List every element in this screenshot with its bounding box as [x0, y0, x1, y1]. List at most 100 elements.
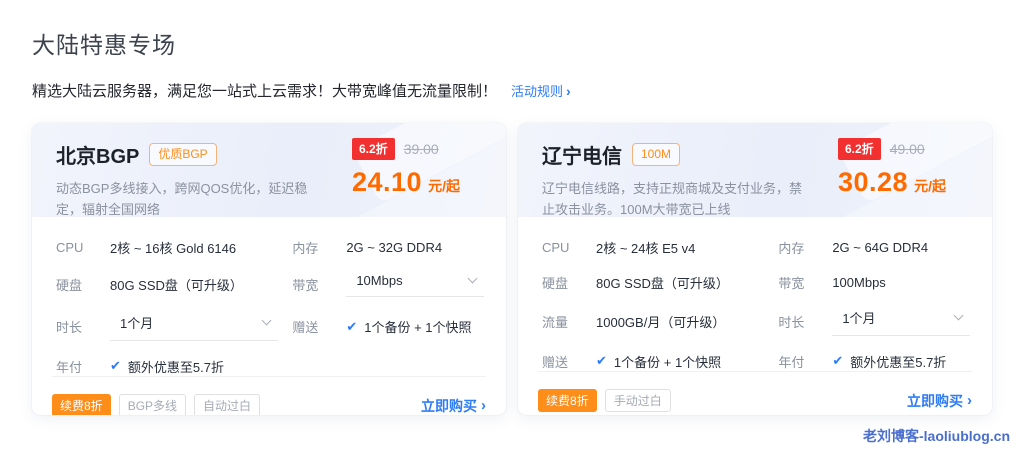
price-block: 6.2折 39.00 24.10 元/起: [352, 138, 484, 198]
card-footer: 续费8折 手动过白 立即购买 ›: [538, 371, 972, 415]
spec-value: 1000GB/月（可升级）: [596, 315, 726, 330]
spec-value: 2G ~ 64G DDR4: [832, 239, 929, 255]
price-unit: 元/起: [914, 178, 946, 194]
plan-description: 辽宁电信线路，支持正规商城及支付业务，禁止攻击业务。100M大带宽已上线: [542, 181, 803, 217]
spec-row-duration: 时长 1个月: [778, 307, 970, 336]
chevron-right-icon: ›: [481, 397, 486, 414]
spec-label: 年付: [56, 359, 83, 375]
page-subtitle: 精选大陆云服务器，满足您一站式上云需求！大带宽峰值无流量限制！: [32, 83, 498, 100]
buy-now-link[interactable]: 立即购买 ›: [421, 396, 486, 416]
spec-value: 100Mbps: [832, 274, 886, 290]
subtitle-row: 精选大陆云服务器，满足您一站式上云需求！大带宽峰值无流量限制！ 活动规则 ›: [32, 80, 992, 101]
spec-label: CPU: [56, 239, 84, 255]
spec-row-bandwidth: 带宽 10Mbps: [292, 272, 484, 297]
card-footer: 续费8折 BGP多线 自动过白 立即购买 ›: [52, 376, 486, 415]
original-price: 39.00: [403, 141, 439, 157]
manual-whitelist-tag: 手动过白: [604, 389, 671, 412]
buy-now-label: 立即购买: [421, 397, 477, 414]
select-value: 1个月: [842, 311, 876, 326]
buy-now-label: 立即购买: [907, 392, 963, 409]
spec-row-yearly: 年付 ✔ 额外优惠至5.7折: [778, 351, 970, 371]
renewal-discount-tag: 续费8折: [538, 389, 597, 412]
spec-row-gift: 赠送 ✔ 1个备份 + 1个快照: [292, 317, 484, 337]
spec-row-disk: 硬盘 80G SSD盘（可升级）: [542, 272, 764, 292]
spec-row-empty: [292, 356, 484, 376]
plan-quality-badge: 100M: [632, 143, 681, 166]
buy-now-link[interactable]: 立即购买 ›: [907, 391, 972, 411]
spec-row-memory: 内存 2G ~ 64G DDR4: [778, 237, 970, 257]
plan-card-beijing-bgp: 北京BGP 优质BGP 动态BGP多线接入，跨网QOS优化，延迟稳定，辐射全国网…: [32, 123, 506, 415]
check-value: 1个备份 + 1个快照: [613, 354, 722, 370]
promo-page: 大陆特惠专场 精选大陆云服务器，满足您一站式上云需求！大带宽峰值无流量限制！ 活…: [0, 0, 1024, 415]
spec-row-cpu: CPU 2核 ~ 24核 E5 v4: [542, 237, 764, 257]
chevron-down-icon: [467, 273, 478, 284]
select-value: 1个月: [120, 316, 154, 331]
spec-label: CPU: [542, 239, 570, 255]
page-title: 大陆特惠专场: [32, 32, 176, 58]
spec-row-traffic: 流量 1000GB/月（可升级）: [542, 312, 764, 332]
spec-table: CPU 2核 ~ 16核 Gold 6146 内存 2G ~ 32G DDR4 …: [32, 217, 506, 376]
check-value: 1个备份 + 1个快照: [364, 320, 472, 335]
spec-label: 年付: [778, 354, 805, 370]
spec-label: 赠送: [292, 320, 319, 335]
feature-tags: 续费8折 手动过白: [538, 389, 671, 412]
spec-row-bandwidth: 带宽 100Mbps: [778, 272, 970, 292]
spec-row-disk: 硬盘 80G SSD盘（可升级）: [56, 275, 278, 295]
site-watermark: 老刘博客-laoliublog.cn: [863, 428, 1010, 444]
check-icon: ✔: [832, 353, 844, 368]
spec-row-memory: 内存 2G ~ 32G DDR4: [292, 237, 484, 257]
spec-row-cpu: CPU 2核 ~ 16核 Gold 6146: [56, 237, 278, 257]
spec-value: 80G SSD盘（可升级）: [110, 278, 243, 293]
duration-select[interactable]: 1个月: [832, 307, 970, 336]
check-icon: ✔: [110, 358, 121, 373]
plan-quality-badge: 优质BGP: [149, 143, 217, 166]
spec-label: 带宽: [292, 278, 319, 293]
bandwidth-select[interactable]: 10Mbps: [346, 272, 484, 297]
bgp-multiline-tag: BGP多线: [118, 394, 187, 415]
auto-whitelist-tag: 自动过白: [194, 394, 261, 415]
spec-label: 内存: [292, 240, 319, 256]
spec-value: 2G ~ 32G DDR4: [346, 239, 443, 255]
current-price: 30.28: [838, 167, 909, 197]
check-value: 额外优惠至5.7折: [850, 354, 947, 370]
plan-cards-row: 北京BGP 优质BGP 动态BGP多线接入，跨网QOS优化，延迟稳定，辐射全国网…: [32, 123, 992, 415]
price-unit: 元/起: [428, 178, 460, 194]
spec-label: 时长: [778, 315, 805, 330]
spec-label: 硬盘: [56, 278, 83, 293]
check-icon: ✔: [346, 318, 358, 334]
spec-row-yearly: 年付 ✔ 额外优惠至5.7折: [56, 356, 278, 376]
gift-check[interactable]: ✔ 1个备份 + 1个快照: [596, 352, 721, 371]
chevron-right-icon: ›: [566, 82, 571, 99]
spec-label: 带宽: [778, 275, 805, 291]
spec-row-gift: 赠送 ✔ 1个备份 + 1个快照: [542, 351, 764, 371]
plan-title: 辽宁电信: [542, 146, 622, 168]
chevron-down-icon: [953, 310, 964, 321]
plan-title: 北京BGP: [56, 146, 140, 168]
card-header: 辽宁电信 100M 辽宁电信线路，支持正规商城及支付业务，禁止攻击业务。100M…: [518, 123, 992, 217]
spec-label: 时长: [56, 320, 83, 335]
chevron-right-icon: ›: [967, 392, 972, 409]
spec-label: 硬盘: [542, 275, 569, 291]
feature-tags: 续费8折 BGP多线 自动过白: [52, 394, 261, 415]
card-header: 北京BGP 优质BGP 动态BGP多线接入，跨网QOS优化，延迟稳定，辐射全国网…: [32, 123, 506, 217]
renewal-discount-tag: 续费8折: [52, 394, 111, 415]
discount-badge: 6.2折: [352, 138, 395, 160]
check-icon: ✔: [596, 353, 607, 368]
spec-label: 赠送: [542, 354, 569, 370]
activity-rules-link[interactable]: 活动规则 ›: [511, 81, 571, 100]
spec-row-duration: 时长 1个月: [56, 312, 279, 341]
gift-check[interactable]: ✔ 1个备份 + 1个快照: [346, 317, 471, 336]
chevron-down-icon: [261, 315, 272, 326]
plan-description: 动态BGP多线接入，跨网QOS优化，延迟稳定，辐射全国网络: [56, 181, 308, 217]
discount-badge: 6.2折: [838, 138, 881, 160]
plan-card-liaoning-telecom: 辽宁电信 100M 辽宁电信线路，支持正规商城及支付业务，禁止攻击业务。100M…: [518, 123, 992, 415]
duration-select[interactable]: 1个月: [110, 312, 279, 341]
spec-value: 2核 ~ 16核 Gold 6146: [110, 240, 237, 256]
spec-table: CPU 2核 ~ 24核 E5 v4 内存 2G ~ 64G DDR4 硬盘 8…: [518, 217, 992, 371]
yearly-discount-check[interactable]: ✔ 额外优惠至5.7折: [832, 352, 946, 371]
original-price: 49.00: [889, 141, 925, 157]
spec-label: 内存: [778, 240, 805, 256]
check-value: 额外优惠至5.7折: [127, 359, 224, 375]
yearly-discount-check[interactable]: ✔ 额外优惠至5.7折: [110, 357, 224, 376]
select-value: 10Mbps: [356, 273, 403, 288]
